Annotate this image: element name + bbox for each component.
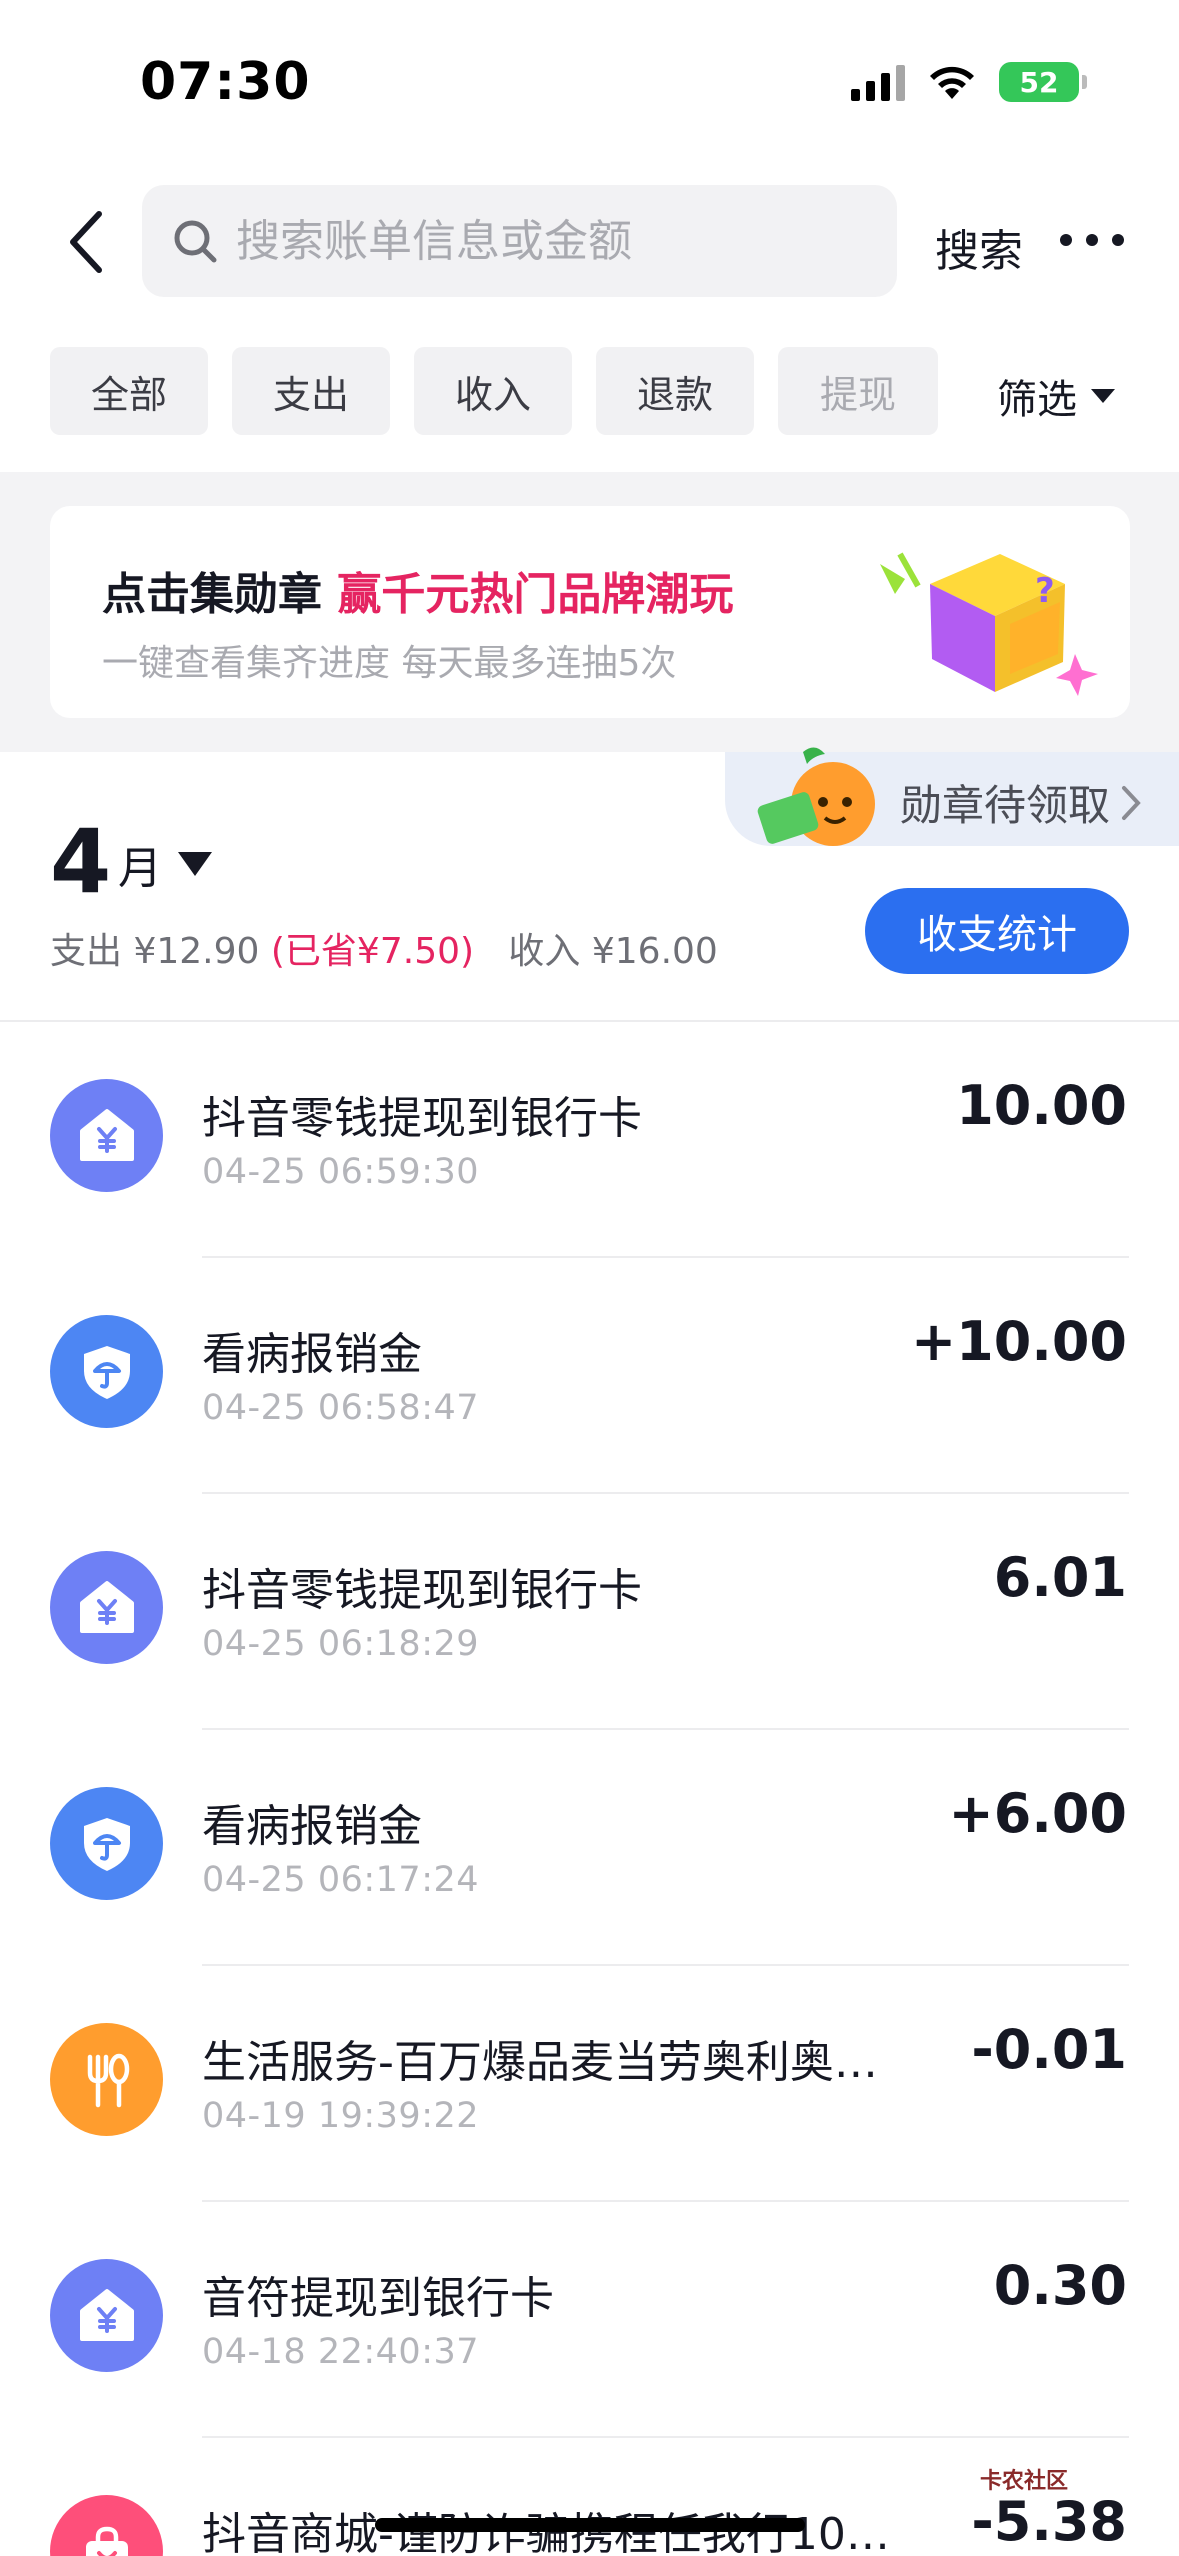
transaction-time: 04-25 06:17:24 — [202, 1860, 480, 1900]
filter-chip-expense[interactable]: 支出 — [232, 347, 390, 435]
filter-dropdown[interactable]: 筛选 — [997, 367, 1115, 425]
yuan-house-icon — [50, 1079, 163, 1192]
transaction-amount: +10.00 — [910, 1310, 1127, 1373]
transaction-row[interactable]: 生活服务-百万爆品麦当劳奥利奥… 04-19 19:39:22 -0.01 — [0, 1966, 1179, 2202]
wifi-icon — [930, 66, 974, 99]
month-summary-section: 勋章待领取 4 月 支出 ¥12.90 (已省¥7.50) 收入 ¥16.00 … — [0, 747, 1179, 1020]
chevron-right-icon — [1122, 785, 1141, 820]
transaction-time: 04-25 06:58:47 — [202, 1388, 480, 1428]
shield-umbrella-icon — [50, 1315, 163, 1428]
mystery-box-icon: ? — [880, 552, 1098, 696]
transaction-title: 看病报销金 — [202, 1329, 422, 1380]
transaction-row[interactable]: 抖音零钱提现到银行卡 04-25 06:18:29 6.01 — [0, 1494, 1179, 1730]
month-unit[interactable]: 月 — [118, 832, 162, 896]
transaction-row[interactable]: 抖音零钱提现到银行卡 04-25 06:59:30 10.00 — [0, 1022, 1179, 1258]
transaction-amount: +6.00 — [948, 1782, 1127, 1845]
transaction-title: 看病报销金 — [202, 1801, 422, 1852]
status-time: 07:30 — [140, 52, 311, 112]
month-dropdown-icon[interactable] — [178, 852, 212, 876]
home-indicator[interactable] — [375, 2518, 805, 2532]
search-field[interactable] — [142, 185, 897, 297]
transaction-amount: -0.01 — [971, 2018, 1127, 2081]
transaction-amount: -5.38 — [971, 2490, 1127, 2553]
orange-mascot-icon — [757, 747, 875, 846]
badge-claim-label: 勋章待领取 — [900, 772, 1142, 833]
back-button[interactable] — [55, 207, 115, 277]
watermark-logo: 卡农社区 — [980, 2469, 1069, 2494]
cellular-signal-icon — [851, 63, 905, 101]
transaction-amount: 10.00 — [956, 1074, 1127, 1137]
expense-label: 支出 — [50, 931, 123, 972]
filter-dropdown-label: 筛选 — [997, 377, 1077, 423]
transaction-title: 生活服务-百万爆品麦当劳奥利奥… — [202, 2037, 878, 2088]
transaction-amount: 0.30 — [993, 2254, 1127, 2317]
income-expense-stats-button[interactable]: 收支统计 — [865, 888, 1129, 974]
promo-banner[interactable]: 点击集勋章 赢千元热门品牌潮玩 一键查看集齐进度 每天最多连抽5次 ? — [50, 506, 1130, 718]
transaction-title: 抖音零钱提现到银行卡 — [202, 1565, 642, 1616]
transaction-row[interactable]: 看病报销金 04-25 06:58:47 +10.00 — [0, 1258, 1179, 1494]
income-value: ¥16.00 — [591, 931, 718, 972]
transaction-title: 音符提现到银行卡 — [202, 2273, 554, 2324]
badge-claim-text: 勋章待领取 — [900, 781, 1111, 830]
more-dot-icon — [1060, 234, 1072, 246]
filter-bar: 全部 支出 收入 退款 提现 筛选 — [0, 347, 1179, 435]
more-dot-icon — [1112, 234, 1124, 246]
badge-claim-banner[interactable]: 勋章待领取 — [725, 747, 1179, 846]
status-icons: 52 — [851, 62, 1087, 102]
promo-section: 点击集勋章 赢千元热门品牌潮玩 一键查看集齐进度 每天最多连抽5次 ? — [0, 472, 1179, 752]
transaction-row[interactable]: 音符提现到银行卡 04-18 22:40:37 0.30 — [0, 2202, 1179, 2438]
transaction-row[interactable]: 抖音商城-谨防诈骗携程任我行10… -5.38 — [0, 2438, 1179, 2556]
shield-umbrella-icon — [50, 1787, 163, 1900]
more-options-button[interactable] — [1060, 225, 1124, 255]
transaction-amount: 6.01 — [993, 1546, 1127, 1609]
chevron-left-icon — [70, 211, 102, 273]
promo-subtitle: 一键查看集齐进度 每天最多连抽5次 — [102, 643, 677, 684]
filter-chip-withdraw[interactable]: 提现 — [778, 347, 938, 435]
transaction-time: 04-25 06:59:30 — [202, 1152, 480, 1192]
month-number[interactable]: 4 — [50, 810, 111, 913]
expense-value: ¥12.90 — [133, 931, 260, 972]
transaction-title: 抖音零钱提现到银行卡 — [202, 1093, 642, 1144]
search-input[interactable] — [236, 215, 836, 267]
transaction-time: 04-18 22:40:37 — [202, 2332, 480, 2372]
promo-highlight: 赢千元热门品牌潮玩 — [337, 569, 734, 620]
transaction-time: 04-19 19:39:22 — [202, 2096, 480, 2136]
search-header: 搜索 — [0, 185, 1179, 300]
search-button[interactable]: 搜索 — [935, 215, 1023, 279]
transaction-row[interactable]: 看病报销金 04-25 06:17:24 +6.00 — [0, 1730, 1179, 1966]
filter-chip-refund[interactable]: 退款 — [596, 347, 754, 435]
income-label: 收入 — [508, 931, 581, 972]
search-icon — [174, 220, 217, 263]
more-dot-icon — [1086, 234, 1098, 246]
battery-icon: 52 — [999, 62, 1087, 102]
yuan-house-icon — [50, 1551, 163, 1664]
status-bar: 07:30 52 — [0, 0, 1179, 170]
saved-amount: (已省¥7.50) — [270, 931, 475, 972]
transaction-time: 04-25 06:18:29 — [202, 1624, 480, 1664]
svg-text:?: ? — [1035, 571, 1055, 611]
triangle-down-icon — [1091, 389, 1115, 403]
promo-title: 点击集勋章 赢千元热门品牌潮玩 — [102, 558, 733, 622]
month-totals: 支出 ¥12.90 (已省¥7.50) 收入 ¥16.00 — [50, 922, 718, 974]
shopping-bag-icon — [50, 2495, 163, 2556]
promo-title-text: 点击集勋章 — [102, 569, 322, 620]
fork-knife-icon — [50, 2023, 163, 2136]
filter-chip-income[interactable]: 收入 — [414, 347, 572, 435]
yuan-house-icon — [50, 2259, 163, 2372]
filter-chip-all[interactable]: 全部 — [50, 347, 208, 435]
